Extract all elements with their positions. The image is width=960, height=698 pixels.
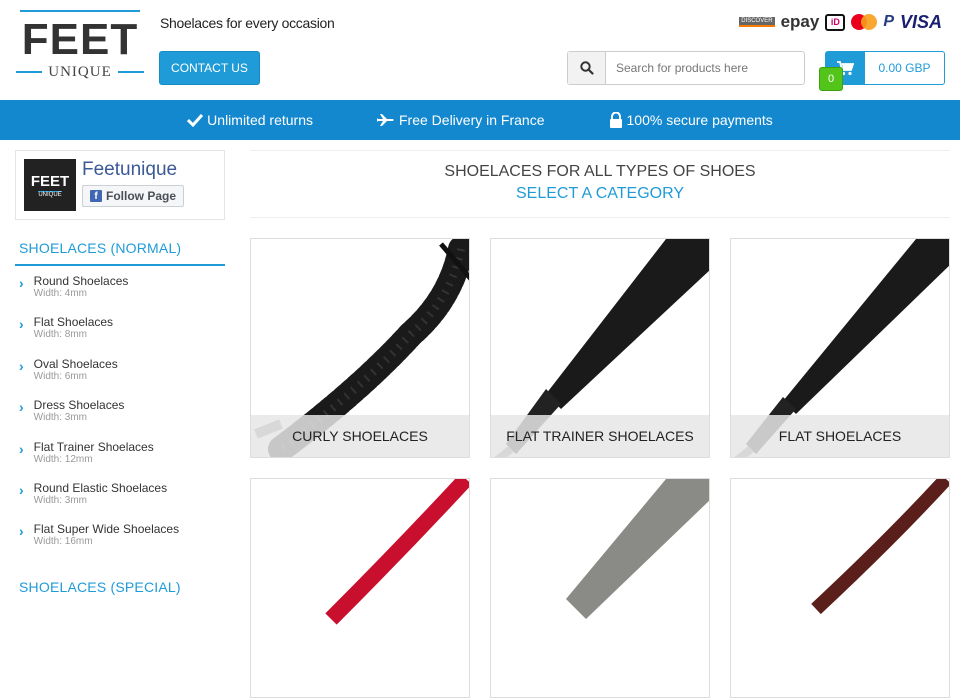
product-label: FLAT SHOELACES bbox=[731, 415, 949, 457]
payment-methods: DISCOVER epay iD P VISA bbox=[739, 12, 942, 32]
benefit-label: Free Delivery in France bbox=[399, 112, 545, 128]
product-card-flat-trainer[interactable]: FLAT TRAINER SHOELACES bbox=[490, 238, 710, 458]
category-name: Flat Trainer Shoelaces bbox=[33, 439, 154, 454]
category-item[interactable]: › Flat Trainer Shoelaces Width: 12mm bbox=[15, 440, 225, 481]
main-content: SHOELACES FOR ALL TYPES OF SHOES SELECT … bbox=[250, 150, 950, 698]
category-name: Round Elastic Shoelaces bbox=[33, 480, 168, 495]
lock-icon bbox=[609, 112, 622, 128]
facebook-page-info: Feetunique f Follow Page bbox=[82, 159, 185, 211]
chevron-right-icon: › bbox=[19, 275, 24, 291]
search-button[interactable] bbox=[568, 52, 606, 84]
ideal-logo-icon: iD bbox=[825, 13, 846, 31]
logo-line bbox=[20, 10, 140, 12]
category-item[interactable]: › Round Shoelaces Width: 4mm bbox=[15, 274, 225, 315]
category-item[interactable]: › Round Elastic Shoelaces Width: 3mm bbox=[15, 481, 225, 522]
cart-total: 0.00 GBP bbox=[878, 61, 931, 75]
category-name: Flat Shoelaces bbox=[33, 315, 114, 330]
product-card[interactable] bbox=[490, 478, 710, 698]
benefit-unlimited-returns: Unlimited returns bbox=[187, 112, 313, 128]
chevron-right-icon: › bbox=[19, 440, 24, 457]
tagline: Shoelaces for every occasion bbox=[160, 15, 335, 31]
category-width: Width: 4mm bbox=[33, 288, 88, 299]
category-width: Width: 12mm bbox=[33, 453, 93, 465]
site-header: FEET UNIQUE Shoelaces for every occasion… bbox=[0, 0, 960, 100]
category-item[interactable]: › Flat Super Wide Shoelaces Width: 16mm bbox=[15, 522, 225, 563]
thumb-main-text: FEET bbox=[30, 172, 70, 190]
search-icon bbox=[579, 61, 594, 75]
chevron-right-icon: › bbox=[19, 399, 24, 416]
cart-count-badge: 0 bbox=[819, 67, 843, 91]
chevron-right-icon: › bbox=[19, 523, 24, 540]
category-width: Width: 3mm bbox=[33, 412, 88, 424]
plane-icon bbox=[377, 114, 394, 126]
epay-logo-icon: epay bbox=[780, 12, 820, 31]
sidebar: FEET UNIQUE Feetunique f Follow Page SHO… bbox=[15, 150, 225, 595]
brown-shoelace-image bbox=[811, 479, 949, 615]
cart-button[interactable]: 0.00 GBP 0 bbox=[819, 51, 945, 91]
category-name: Flat Super Wide Shoelaces bbox=[33, 522, 180, 537]
product-card-curly[interactable]: CURLY SHOELACES bbox=[250, 238, 470, 458]
benefits-bar: Unlimited returns Free Delivery in Franc… bbox=[0, 100, 960, 140]
logo-line bbox=[16, 71, 43, 73]
logo-sub-text: UNIQUE bbox=[48, 64, 112, 80]
chevron-right-icon: › bbox=[19, 316, 24, 333]
chevron-right-icon: › bbox=[19, 357, 24, 374]
category-name: Dress Shoelaces bbox=[33, 398, 125, 413]
category-name: Round Shoelaces bbox=[33, 274, 129, 288]
category-list: › Round Shoelaces Width: 4mm › Flat Shoel… bbox=[15, 274, 225, 564]
discover-logo-icon: DISCOVER bbox=[739, 17, 775, 27]
thumb-sub-text: UNIQUE bbox=[38, 190, 62, 198]
benefit-secure-payments: 100% secure payments bbox=[609, 112, 773, 128]
facebook-page-thumbnail[interactable]: FEET UNIQUE bbox=[24, 159, 76, 211]
page-subtitle: SELECT A CATEGORY bbox=[515, 185, 685, 202]
product-label: CURLY SHOELACES bbox=[251, 415, 469, 457]
category-width: Width: 3mm bbox=[33, 494, 88, 506]
logo-main-text: FEET bbox=[21, 15, 139, 64]
facebook-page-widget: FEET UNIQUE Feetunique f Follow Page bbox=[15, 150, 225, 220]
facebook-icon: f bbox=[90, 190, 102, 202]
product-card[interactable] bbox=[250, 478, 470, 698]
category-width: Width: 6mm bbox=[33, 370, 88, 382]
site-logo[interactable]: FEET UNIQUE bbox=[16, 10, 144, 88]
product-card[interactable] bbox=[730, 478, 950, 698]
category-heading-special[interactable]: SHOELACES (SPECIAL) bbox=[19, 579, 181, 595]
category-item[interactable]: › Dress Shoelaces Width: 3mm bbox=[15, 398, 225, 439]
page-title: SHOELACES FOR ALL TYPES OF SHOES bbox=[444, 163, 756, 180]
category-heading-normal[interactable]: SHOELACES (NORMAL) bbox=[15, 240, 225, 266]
category-name: Oval Shoelaces bbox=[33, 356, 118, 371]
mastercard-logo-icon bbox=[851, 14, 878, 30]
main-header: SHOELACES FOR ALL TYPES OF SHOES SELECT … bbox=[250, 150, 950, 218]
search-box bbox=[567, 51, 805, 85]
paypal-logo-icon: P bbox=[883, 13, 894, 30]
check-icon bbox=[187, 113, 204, 127]
category-width: Width: 16mm bbox=[33, 536, 93, 548]
logo-line bbox=[117, 71, 144, 73]
red-shoelace-image bbox=[325, 479, 469, 625]
benefit-free-delivery: Free Delivery in France bbox=[377, 112, 545, 128]
follow-page-label: Follow Page bbox=[106, 189, 177, 203]
product-card-flat[interactable]: FLAT SHOELACES bbox=[730, 238, 950, 458]
category-item[interactable]: › Flat Shoelaces Width: 8mm bbox=[15, 315, 225, 356]
benefit-label: Unlimited returns bbox=[207, 112, 313, 128]
contact-us-button[interactable]: CONTACT US bbox=[159, 51, 260, 85]
chevron-right-icon: › bbox=[19, 481, 24, 498]
search-input[interactable] bbox=[606, 52, 804, 84]
facebook-page-name[interactable]: Feetunique bbox=[82, 159, 184, 181]
product-label: FLAT TRAINER SHOELACES bbox=[491, 415, 709, 457]
benefit-label: 100% secure payments bbox=[626, 112, 773, 128]
category-item[interactable]: › Oval Shoelaces Width: 6mm bbox=[15, 357, 225, 398]
follow-page-button[interactable]: f Follow Page bbox=[82, 185, 185, 207]
visa-logo-icon: VISA bbox=[899, 11, 942, 32]
category-width: Width: 8mm bbox=[33, 329, 88, 341]
logo-sub: UNIQUE bbox=[16, 64, 144, 80]
grey-shoelace-image bbox=[566, 479, 709, 619]
